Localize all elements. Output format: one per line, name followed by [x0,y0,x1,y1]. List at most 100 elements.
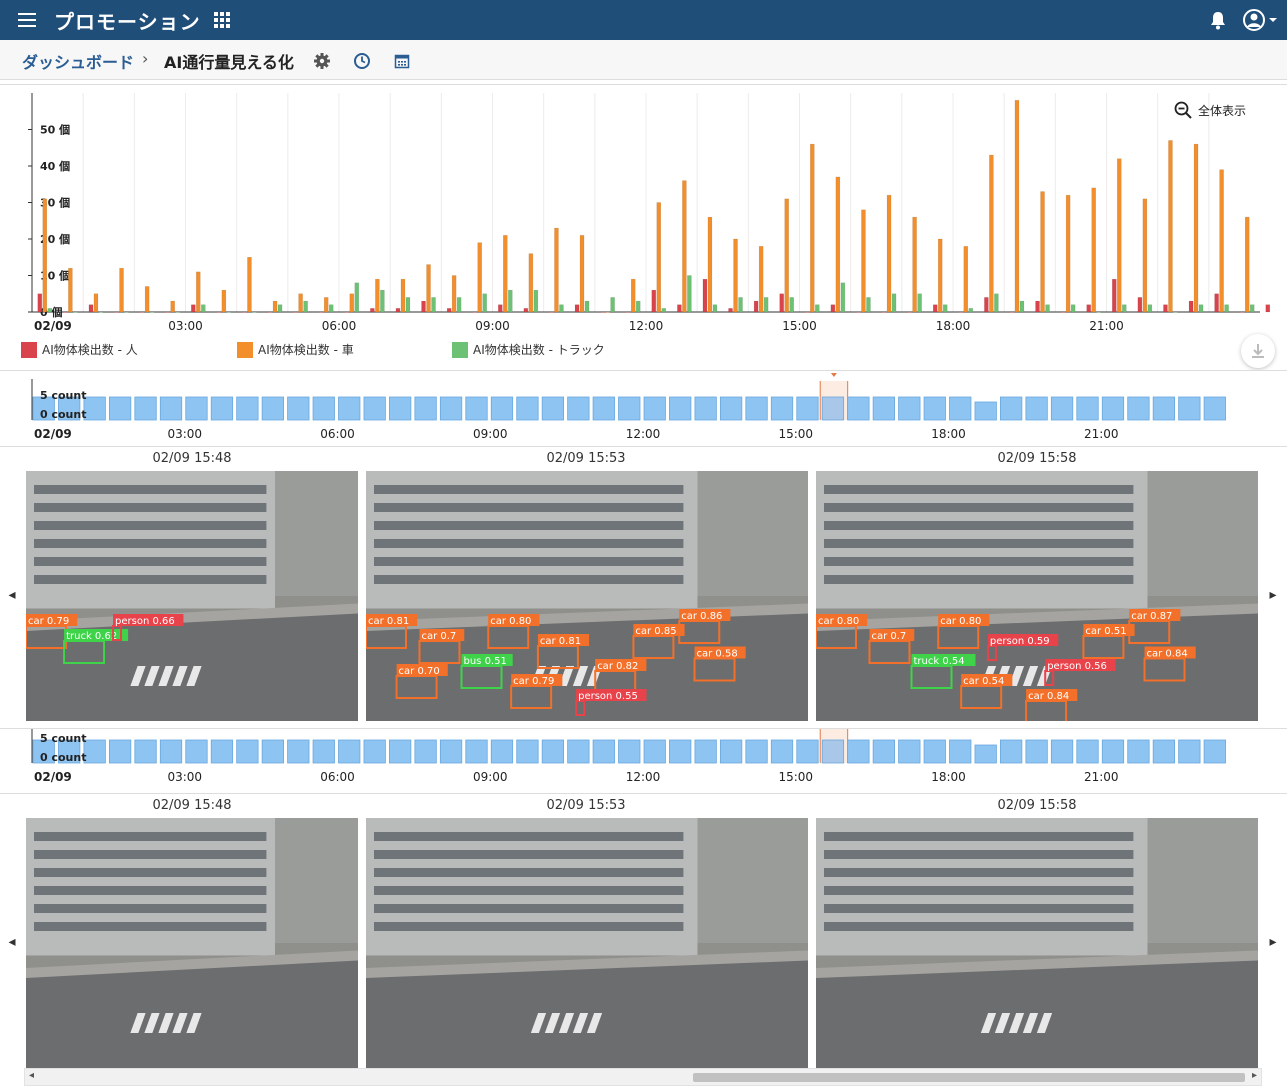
timeline-slot[interactable] [567,396,590,421]
bar-truck[interactable] [942,304,948,313]
timeline-slot[interactable] [261,396,284,421]
bar-car[interactable] [272,300,278,313]
bar-truck[interactable] [1045,304,1050,313]
bar-car[interactable] [349,293,355,313]
timeline-slot[interactable] [83,396,106,421]
timeline-slot[interactable] [719,396,743,421]
gear-icon[interactable] [313,52,331,70]
timeline-slot[interactable] [1025,396,1048,421]
bar-car[interactable] [298,293,303,313]
timeline-slot[interactable] [363,396,386,421]
timeline-slot[interactable] [1178,396,1201,421]
bar-person[interactable] [1239,311,1245,313]
bar-truck[interactable] [1198,304,1204,313]
timeline-slot[interactable] [1203,396,1226,421]
bar-person[interactable] [446,308,452,313]
timeline-slot[interactable] [872,739,895,764]
bar-car[interactable] [68,267,73,313]
bar-person[interactable] [779,293,784,313]
bar-person[interactable] [1009,311,1015,313]
next-frames-button[interactable]: ▸ [1266,587,1280,603]
bar-truck[interactable] [1122,304,1127,313]
timeline-slot[interactable] [83,739,106,764]
timeline-slot[interactable] [618,396,641,421]
timeline-slot[interactable] [261,739,284,764]
bar-car[interactable] [937,238,943,313]
bar-person[interactable] [88,304,94,313]
bar-person[interactable] [318,311,324,313]
legend-car[interactable]: AI物体検出数 - 車 [237,341,354,358]
timeline-slot[interactable] [159,396,183,421]
bar-person[interactable] [702,278,708,313]
bar-truck[interactable] [815,304,820,313]
bar-person[interactable] [805,311,810,313]
bar-truck[interactable] [610,297,615,313]
bar-truck[interactable] [1224,304,1229,313]
breadcrumb-dashboard-link[interactable]: ダッシュボード [22,49,134,73]
timeline-slot[interactable] [287,739,310,764]
bar-person[interactable] [1060,311,1066,313]
bar-car[interactable] [1040,191,1045,313]
bar-car[interactable] [221,289,227,313]
bar-car[interactable] [170,300,175,313]
timeline-chart-raw[interactable]: 5 count 0 count 02/09 03:00 06:00 09:00 12:00 1… [0,729,1287,794]
timeline-slot[interactable] [185,396,208,421]
timeline-slot[interactable] [643,396,666,421]
timeline-slot[interactable] [669,739,692,764]
bar-truck[interactable] [124,311,129,313]
bar-car[interactable] [861,209,866,313]
legend-truck[interactable]: AI物体検出数 - トラック [452,341,605,358]
bar-car[interactable] [400,278,406,313]
bar-car[interactable] [784,198,789,313]
camera-image[interactable] [816,818,1258,1068]
bar-person[interactable] [1265,304,1271,313]
timeline-slot[interactable] [312,739,335,764]
timeline-slot[interactable] [159,739,183,764]
timeline-slot[interactable] [414,396,437,421]
timeline-slot[interactable] [923,396,946,421]
bar-truck[interactable] [891,293,897,313]
bar-truck[interactable] [456,297,462,313]
bar-person[interactable] [574,304,580,313]
timeline-slot[interactable] [541,396,565,421]
bar-truck[interactable] [508,289,513,313]
bar-car[interactable] [1014,100,1020,313]
bar-car[interactable] [196,271,201,313]
bar-truck[interactable] [73,311,78,313]
timeline-slot[interactable] [1000,739,1023,764]
bar-truck[interactable] [98,311,104,313]
bar-car[interactable] [42,198,48,313]
bar-person[interactable] [114,311,119,313]
calendar-icon[interactable] [393,52,411,70]
camera-image[interactable]: car 0.81 car 0.7 car 0.80 bus 0.51 car 0.81 c… [366,471,808,721]
timeline-slot[interactable] [312,396,335,421]
timeline-slot[interactable] [439,396,463,421]
timeline-slot[interactable] [516,396,539,421]
prev-frames-button[interactable]: ◂ [5,587,19,603]
bar-person[interactable] [907,311,912,313]
timeline-slot[interactable] [949,739,972,764]
timeline-slot[interactable] [465,739,488,764]
bar-truck[interactable] [584,300,590,313]
timeline-slot[interactable] [770,739,794,764]
timeline-slot[interactable] [210,739,234,764]
timeline-slot[interactable] [1050,739,1074,764]
bar-truck[interactable] [431,297,436,313]
bar-car[interactable] [323,297,329,313]
bar-person[interactable] [549,311,554,313]
timeline-slot[interactable] [770,396,794,421]
zoom-reset-button[interactable]: 全体表示 [1174,101,1246,119]
bar-person[interactable] [600,311,605,313]
timeline-slot[interactable] [898,739,921,764]
timeline-slot[interactable] [974,744,997,764]
bar-person[interactable] [1035,300,1040,313]
timeline-slot[interactable] [108,739,132,764]
bar-person[interactable] [498,304,503,313]
timeline-slot[interactable] [287,396,310,421]
bar-truck[interactable] [533,289,539,313]
timeline-slot[interactable] [872,396,895,421]
timeline-slot[interactable] [592,739,615,764]
timeline-slot[interactable] [1076,396,1099,421]
bar-truck[interactable] [687,275,692,313]
bar-person[interactable] [625,311,631,313]
